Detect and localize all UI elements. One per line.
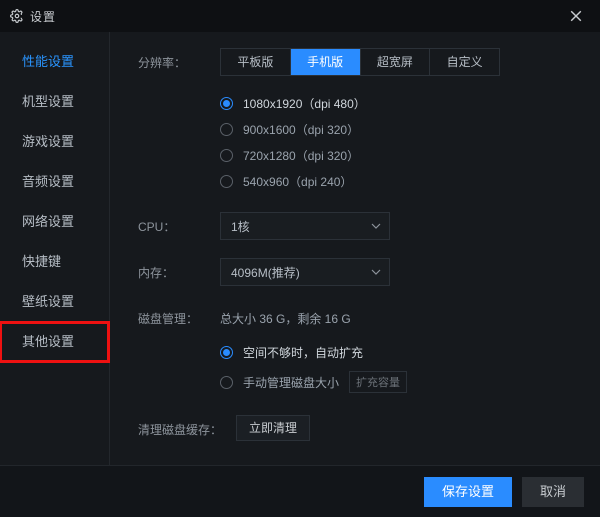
tab-ultrawide[interactable]: 超宽屏 (361, 49, 431, 75)
sidebar-item-game[interactable]: 游戏设置 (0, 122, 109, 162)
row-clear-cache: 清理磁盘缓存： 立即清理 (138, 415, 580, 441)
sidebar-item-label: 机型设置 (22, 94, 74, 109)
sidebar-item-label: 性能设置 (22, 54, 74, 69)
sidebar-item-audio[interactable]: 音频设置 (0, 162, 109, 202)
sidebar-item-label: 网络设置 (22, 214, 74, 229)
titlebar: 设置 (0, 0, 600, 32)
sidebar-item-label: 其他设置 (22, 334, 74, 349)
sidebar-item-hotkey[interactable]: 快捷键 (0, 242, 109, 282)
gear-icon (10, 9, 24, 23)
resolution-options: 1080x1920（dpi 480） 900x1600（dpi 320） 720… (220, 90, 580, 194)
memory-value: 4096M(推荐) (231, 264, 300, 281)
clear-cache-label: 清理磁盘缓存： (138, 415, 236, 438)
sidebar-item-label: 快捷键 (22, 254, 61, 269)
window-title: 设置 (30, 8, 562, 25)
radio-icon (220, 376, 233, 389)
footer: 保存设置 取消 (0, 465, 600, 517)
tab-phone[interactable]: 手机版 (291, 49, 361, 75)
radio-icon (220, 175, 233, 188)
radio-icon (220, 97, 233, 110)
window-body: 性能设置 机型设置 游戏设置 音频设置 网络设置 快捷键 壁纸设置 其他设置 分… (0, 32, 600, 465)
sidebar-item-other[interactable]: 其他设置 (0, 322, 109, 362)
sidebar: 性能设置 机型设置 游戏设置 音频设置 网络设置 快捷键 壁纸设置 其他设置 (0, 32, 110, 465)
chevron-down-icon (371, 267, 381, 277)
disk-info: 总大小 36 G，剩余 16 G (220, 304, 580, 327)
resolution-tabs: 平板版 手机版 超宽屏 自定义 (220, 48, 500, 76)
expand-disk-button[interactable]: 扩充容量 (349, 371, 407, 393)
content-panel: 分辨率： 平板版 手机版 超宽屏 自定义 1080x1920（dpi 480） … (110, 32, 600, 465)
cpu-label: CPU： (138, 212, 220, 235)
sidebar-item-performance[interactable]: 性能设置 (0, 42, 109, 82)
sidebar-item-label: 壁纸设置 (22, 294, 74, 309)
resolution-label: 分辨率： (138, 48, 220, 71)
row-memory: 内存： 4096M(推荐) (138, 258, 580, 286)
sidebar-item-label: 音频设置 (22, 174, 74, 189)
resolution-option[interactable]: 540x960（dpi 240） (220, 168, 580, 194)
resolution-option[interactable]: 1080x1920（dpi 480） (220, 90, 580, 116)
row-disk: 磁盘管理： 总大小 36 G，剩余 16 G 空间不够时，自动扩充 手动管理磁盘… (138, 304, 580, 397)
sidebar-item-model[interactable]: 机型设置 (0, 82, 109, 122)
disk-label: 磁盘管理： (138, 304, 220, 327)
row-resolution: 分辨率： 平板版 手机版 超宽屏 自定义 1080x1920（dpi 480） … (138, 48, 580, 194)
save-button[interactable]: 保存设置 (424, 477, 512, 507)
radio-icon (220, 346, 233, 359)
memory-select[interactable]: 4096M(推荐) (220, 258, 390, 286)
settings-window: 设置 性能设置 机型设置 游戏设置 音频设置 网络设置 快捷键 壁纸设置 其他设… (0, 0, 600, 517)
disk-option-manual[interactable]: 手动管理磁盘大小 扩充容量 (220, 367, 580, 397)
radio-icon (220, 149, 233, 162)
radio-icon (220, 123, 233, 136)
chevron-down-icon (371, 221, 381, 231)
memory-label: 内存： (138, 258, 220, 281)
sidebar-item-wallpaper[interactable]: 壁纸设置 (0, 282, 109, 322)
close-icon (570, 10, 582, 22)
clear-cache-button[interactable]: 立即清理 (236, 415, 310, 441)
tab-tablet[interactable]: 平板版 (221, 49, 291, 75)
cancel-button[interactable]: 取消 (522, 477, 584, 507)
resolution-option[interactable]: 720x1280（dpi 320） (220, 142, 580, 168)
sidebar-item-network[interactable]: 网络设置 (0, 202, 109, 242)
sidebar-item-label: 游戏设置 (22, 134, 74, 149)
cpu-value: 1核 (231, 218, 250, 235)
cpu-select[interactable]: 1核 (220, 212, 390, 240)
disk-option-auto[interactable]: 空间不够时，自动扩充 (220, 337, 580, 367)
resolution-option[interactable]: 900x1600（dpi 320） (220, 116, 580, 142)
close-button[interactable] (562, 2, 590, 30)
row-cpu: CPU： 1核 (138, 212, 580, 240)
tab-custom[interactable]: 自定义 (430, 49, 499, 75)
